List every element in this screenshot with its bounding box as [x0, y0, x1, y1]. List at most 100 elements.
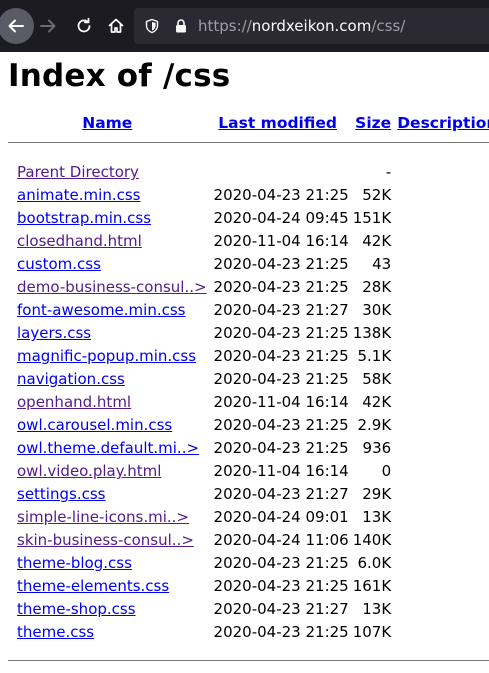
- size-cell: 2.9K: [357, 416, 392, 434]
- name-cell: owl.carousel.min.css: [8, 414, 207, 437]
- file-link[interactable]: skin-business-consul..>: [17, 531, 194, 549]
- file-link[interactable]: owl.carousel.min.css: [17, 416, 172, 434]
- file-link[interactable]: simple-line-icons.mi..>: [17, 508, 189, 526]
- description-cell: [391, 391, 489, 414]
- table-row: skin-business-consul..> 2020-04-24 11:06 1…: [8, 529, 489, 552]
- date-cell: 2020-04-23 21:25: [213, 255, 349, 273]
- date-cell: 2020-11-04 16:14: [213, 462, 349, 480]
- size-cell: 52K: [362, 186, 392, 204]
- description-cell: [391, 483, 489, 506]
- header-divider-row: [8, 138, 489, 161]
- description-cell: [391, 184, 489, 207]
- file-link[interactable]: font-awesome.min.css: [17, 301, 185, 319]
- size-cell: 140K: [352, 531, 392, 549]
- size-cell: 5.1K: [357, 347, 392, 365]
- size-cell: -: [385, 163, 392, 181]
- table-row: theme-shop.css 2020-04-23 21:27 13K: [8, 598, 489, 621]
- last-modified-header: Last modified: [207, 110, 349, 138]
- size-cell: 29K: [362, 485, 392, 503]
- size-cell: 151K: [352, 209, 392, 227]
- footer-divider-row: [8, 644, 489, 667]
- file-link[interactable]: closedhand.html: [17, 232, 142, 250]
- size-cell: 58K: [362, 370, 392, 388]
- name-cell: demo-business-consul..>: [8, 276, 207, 299]
- name-cell: closedhand.html: [8, 230, 207, 253]
- file-link[interactable]: openhand.html: [17, 393, 131, 411]
- file-link[interactable]: navigation.css: [17, 370, 125, 388]
- date-cell: 2020-04-23 21:25: [213, 186, 349, 204]
- table-row: theme-blog.css 2020-04-23 21:25 6.0K: [8, 552, 489, 575]
- table-row: openhand.html 2020-11-04 16:14 42K: [8, 391, 489, 414]
- date-cell: 2020-04-23 21:25: [213, 439, 349, 457]
- url-path: /css/: [371, 17, 406, 35]
- table-row: owl.carousel.min.css 2020-04-23 21:25 2.9K: [8, 414, 489, 437]
- date-cell: [207, 161, 349, 184]
- name-cell: simple-line-icons.mi..>: [8, 506, 207, 529]
- table-row: theme.css 2020-04-23 21:25 107K: [8, 621, 489, 644]
- sort-by-name-link[interactable]: Name: [82, 114, 132, 132]
- divider: [8, 659, 489, 661]
- name-cell: navigation.css: [8, 368, 207, 391]
- table-row: magnific-popup.min.css 2020-04-23 21:25 5.…: [8, 345, 489, 368]
- directory-listing: Name Last modified Size Description Pare…: [8, 110, 489, 667]
- home-button[interactable]: [98, 8, 134, 44]
- table-row: owl.theme.default.mi..> 2020-04-23 21:25 9…: [8, 437, 489, 460]
- file-link[interactable]: theme-shop.css: [17, 600, 136, 618]
- file-link[interactable]: demo-business-consul..>: [17, 278, 207, 296]
- name-cell: layers.css: [8, 322, 207, 345]
- file-link[interactable]: owl.theme.default.mi..>: [17, 439, 199, 457]
- name-cell: theme.css: [8, 621, 207, 644]
- file-link[interactable]: magnific-popup.min.css: [17, 347, 196, 365]
- date-cell: 2020-04-24 09:01: [213, 508, 349, 526]
- file-link[interactable]: bootstrap.min.css: [17, 209, 151, 227]
- description-cell: [391, 345, 489, 368]
- file-link[interactable]: animate.min.css: [17, 186, 140, 204]
- lock-icon[interactable]: [174, 18, 188, 34]
- size-cell: 42K: [362, 393, 392, 411]
- date-cell: 2020-04-23 21:25: [213, 347, 349, 365]
- url-bar[interactable]: https://nordxeikon.com/css/: [134, 8, 489, 44]
- description-cell: [391, 621, 489, 644]
- date-cell: 2020-04-23 21:27: [213, 485, 349, 503]
- table-row: custom.css 2020-04-23 21:25 43: [8, 253, 489, 276]
- size-cell: 138K: [352, 324, 392, 342]
- name-cell: theme-elements.css: [8, 575, 207, 598]
- home-icon: [107, 17, 125, 35]
- description-cell: [391, 529, 489, 552]
- file-link[interactable]: theme-blog.css: [17, 554, 132, 572]
- parent-directory-link[interactable]: Parent Directory: [17, 163, 139, 181]
- file-link[interactable]: custom.css: [17, 255, 101, 273]
- sort-by-date-link[interactable]: Last modified: [218, 114, 337, 132]
- file-link[interactable]: theme-elements.css: [17, 577, 169, 595]
- name-cell: theme-shop.css: [8, 598, 207, 621]
- name-cell: magnific-popup.min.css: [8, 345, 207, 368]
- table-row: font-awesome.min.css 2020-04-23 21:27 30K: [8, 299, 489, 322]
- size-cell: 936: [362, 439, 392, 457]
- date-cell: 2020-04-23 21:25: [213, 554, 349, 572]
- file-link[interactable]: theme.css: [17, 623, 94, 641]
- reload-button[interactable]: [66, 8, 102, 44]
- date-cell: 2020-04-23 21:25: [213, 370, 349, 388]
- sort-by-description-link[interactable]: Description: [397, 114, 489, 132]
- back-button[interactable]: [0, 8, 34, 44]
- date-cell: 2020-04-23 21:25: [213, 278, 349, 296]
- name-cell: font-awesome.min.css: [8, 299, 207, 322]
- table-row: closedhand.html 2020-11-04 16:14 42K: [8, 230, 489, 253]
- description-cell: [391, 161, 489, 184]
- size-cell: 6.0K: [357, 554, 392, 572]
- forward-button[interactable]: [30, 8, 66, 44]
- description-cell: [391, 322, 489, 345]
- date-cell: 2020-04-24 09:45: [213, 209, 349, 227]
- file-link[interactable]: layers.css: [17, 324, 91, 342]
- date-cell: 2020-04-23 21:27: [213, 600, 349, 618]
- date-cell: 2020-04-23 21:25: [213, 416, 349, 434]
- shield-icon[interactable]: [144, 18, 160, 34]
- sort-by-size-link[interactable]: Size: [355, 114, 391, 132]
- file-link[interactable]: owl.video.play.html: [17, 462, 161, 480]
- file-link[interactable]: settings.css: [17, 485, 105, 503]
- url-text[interactable]: https://nordxeikon.com/css/: [198, 17, 405, 35]
- name-cell: owl.theme.default.mi..>: [8, 437, 207, 460]
- name-cell: owl.video.play.html: [8, 460, 207, 483]
- table-row: animate.min.css 2020-04-23 21:25 52K: [8, 184, 489, 207]
- listing-body: Parent Directory - animate.min.css 2020-0…: [8, 161, 489, 644]
